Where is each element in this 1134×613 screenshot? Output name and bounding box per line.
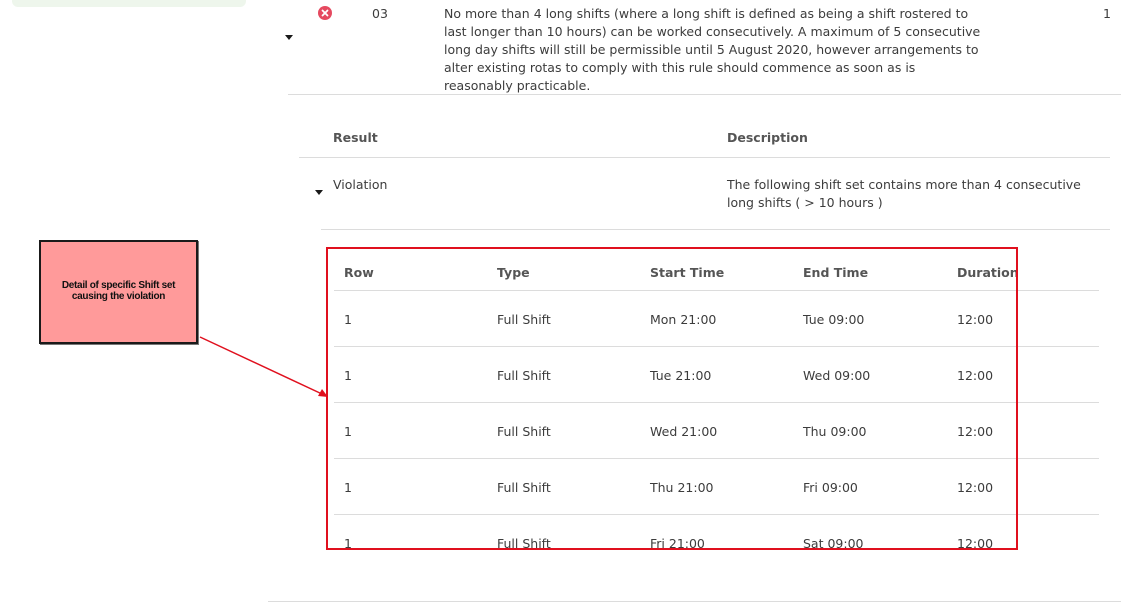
annotation-arrow-icon: [199, 336, 328, 397]
report-page: 03 No more than 4 long shifts (where a l…: [0, 0, 1134, 613]
divider: [268, 601, 1121, 602]
